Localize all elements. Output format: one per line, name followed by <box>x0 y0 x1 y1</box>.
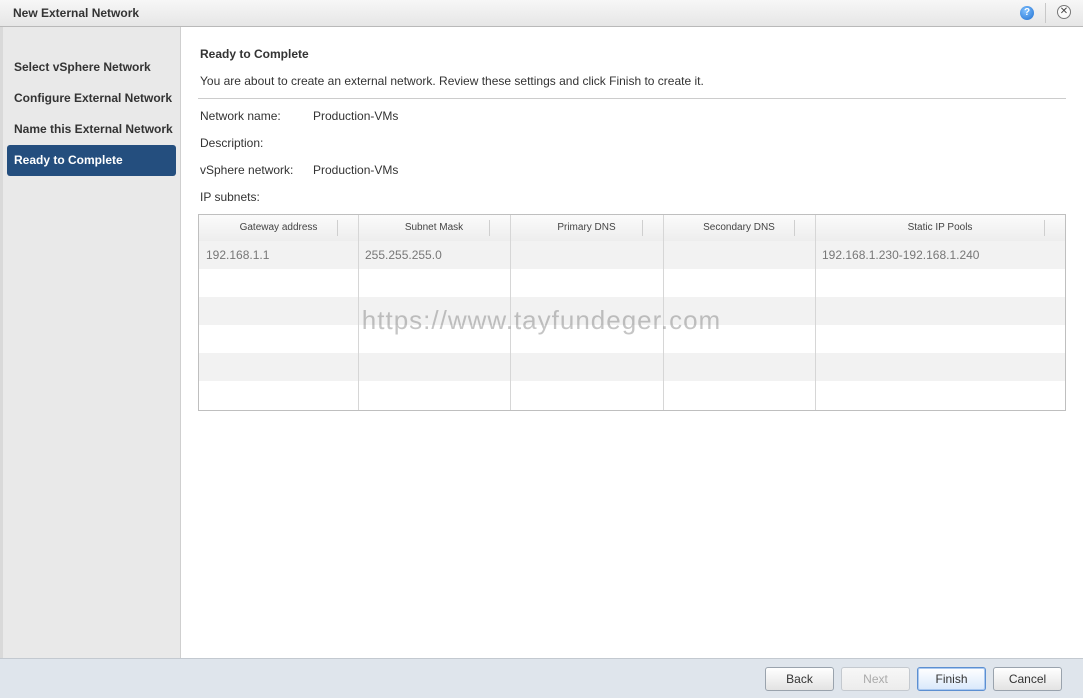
cell-subnet-mask: 255.255.255.0 <box>365 248 442 262</box>
empty-row <box>199 381 1065 409</box>
network-name-value: Production-VMs <box>313 109 399 123</box>
next-button[interactable]: Next <box>841 667 910 691</box>
empty-row <box>199 325 1065 353</box>
main-content: Ready to Complete You are about to creat… <box>182 27 1083 658</box>
col-header-static-ip-pools[interactable]: Static IP Pools <box>815 215 1065 241</box>
column-divider <box>358 215 359 410</box>
col-header-gateway[interactable]: Gateway address <box>199 215 358 241</box>
description-label: Description: <box>200 136 264 150</box>
vsphere-network-value: Production-VMs <box>313 163 399 177</box>
col-header-subnet-mask[interactable]: Subnet Mask <box>358 215 510 241</box>
cell-secondary-dns <box>663 241 815 269</box>
back-button[interactable]: Back <box>765 667 834 691</box>
step-configure-external-network[interactable]: Configure External Network <box>7 83 176 114</box>
step-select-vsphere-network[interactable]: Select vSphere Network <box>7 52 176 83</box>
help-icon[interactable]: ? <box>1020 6 1034 20</box>
cancel-button[interactable]: Cancel <box>993 667 1062 691</box>
finish-button[interactable]: Finish <box>917 667 986 691</box>
divider <box>198 98 1066 99</box>
network-name-label: Network name: <box>200 109 281 123</box>
ip-subnets-label: IP subnets: <box>200 190 260 204</box>
ip-subnets-table: Gateway address Subnet Mask Primary DNS … <box>198 214 1066 411</box>
close-icon[interactable]: ✕ <box>1057 5 1071 19</box>
table-header: Gateway address Subnet Mask Primary DNS … <box>199 215 1065 242</box>
step-ready-to-complete[interactable]: Ready to Complete <box>7 145 176 176</box>
cell-primary-dns <box>510 241 663 269</box>
col-header-primary-dns[interactable]: Primary DNS <box>510 215 663 241</box>
column-divider <box>815 215 816 410</box>
table-row[interactable]: 192.168.1.1 255.255.255.0 192.168.1.230-… <box>199 241 1065 269</box>
cell-static-ip-pools: 192.168.1.230-192.168.1.240 <box>822 248 980 262</box>
col-header-secondary-dns[interactable]: Secondary DNS <box>663 215 815 241</box>
step-name-external-network[interactable]: Name this External Network <box>7 114 176 145</box>
dialog-title-bar: New External Network ? ✕ <box>0 0 1083 27</box>
vsphere-network-label: vSphere network: <box>200 163 294 177</box>
wizard-steps-sidebar: Select vSphere Network Configure Externa… <box>3 27 181 658</box>
intro-text: You are about to create an external netw… <box>200 74 704 88</box>
cell-gateway: 192.168.1.1 <box>206 248 270 262</box>
column-divider <box>663 215 664 410</box>
dialog-title: New External Network <box>13 6 140 20</box>
empty-row <box>199 297 1065 325</box>
title-separator <box>1045 3 1046 23</box>
column-divider <box>510 215 511 410</box>
empty-row <box>199 269 1065 297</box>
page-title: Ready to Complete <box>200 47 309 61</box>
dialog-footer: Back Next Finish Cancel <box>0 658 1083 698</box>
empty-row <box>199 353 1065 381</box>
